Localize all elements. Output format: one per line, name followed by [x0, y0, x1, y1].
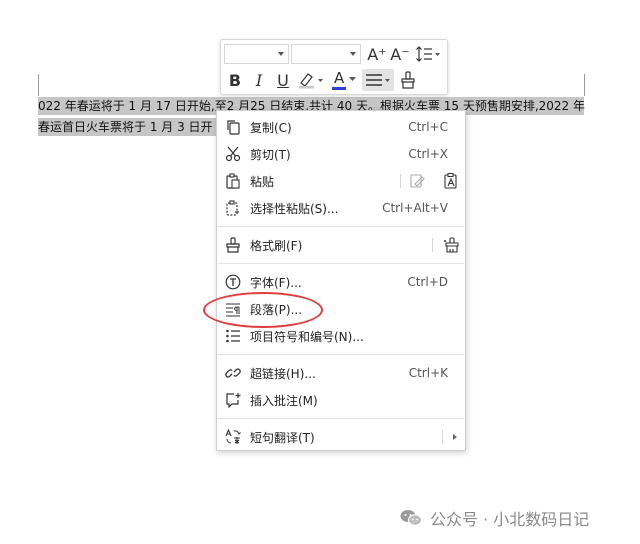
menu-item-cut[interactable]: 剪切(T) Ctrl+X: [217, 142, 465, 166]
line-spacing-icon: [416, 46, 440, 62]
bold-icon: B: [228, 70, 242, 90]
menu-divider: [432, 238, 433, 252]
menu-item-hyperlink[interactable]: 超链接(H)... Ctrl+K: [217, 361, 465, 385]
menu-separator: [218, 418, 464, 419]
chevron-down-icon: [350, 52, 356, 56]
menu-item-label: 粘贴: [250, 174, 275, 189]
menu-item-font[interactable]: 字体(F)... Ctrl+D: [217, 270, 465, 294]
wechat-icon: [400, 510, 422, 526]
font-size-select[interactable]: [291, 44, 361, 64]
link-icon: [225, 365, 241, 381]
menu-separator: [218, 354, 464, 355]
font-color-icon: A: [334, 69, 345, 87]
format-painter-lock-icon[interactable]: [443, 237, 461, 256]
chevron-down-icon: [349, 77, 356, 81]
font-icon: [225, 274, 241, 290]
line-spacing-button[interactable]: [413, 43, 443, 65]
context-menu: 复制(C) Ctrl+C 剪切(T) Ctrl+X 粘贴 选择性粘贴(S)...…: [216, 110, 466, 451]
margin-mark-top-left-h: [38, 74, 39, 96]
mini-toolbar: A⁺ A⁻ B I U A: [220, 39, 448, 95]
chevron-right-icon: [453, 434, 457, 440]
italic-button[interactable]: I: [248, 69, 270, 91]
menu-item-label: 复制(C): [250, 120, 292, 135]
highlighter-button[interactable]: [296, 69, 326, 91]
menu-divider: [442, 430, 443, 444]
paste-keep-format-icon[interactable]: [409, 173, 425, 192]
menu-item-label: 选择性粘贴(S)...: [250, 201, 339, 216]
menu-item-label: 项目符号和编号(N)...: [250, 329, 364, 344]
translate-icon: [225, 429, 241, 445]
menu-item-shortcut: Ctrl+D: [407, 275, 448, 289]
watermark: 公众号 · 小北数码日记: [400, 506, 589, 530]
margin-mark-top-right-h: [584, 74, 585, 96]
scissors-icon: [225, 146, 241, 162]
align-button[interactable]: [362, 69, 394, 91]
menu-item-paste-special[interactable]: 选择性粘贴(S)... Ctrl+Alt+V: [217, 196, 465, 220]
format-painter-icon: [401, 71, 415, 89]
underline-button[interactable]: U: [272, 69, 294, 91]
bullet-list-icon: [225, 328, 241, 344]
bold-button[interactable]: B: [224, 69, 246, 91]
paste-special-icon: [225, 200, 241, 216]
menu-item-label: 插入批注(M): [250, 393, 318, 408]
menu-separator: [218, 226, 464, 227]
grow-font-icon: A⁺: [367, 44, 387, 64]
menu-item-shortcut: Ctrl+Alt+V: [382, 201, 448, 215]
italic-icon: I: [255, 70, 263, 90]
grow-font-button[interactable]: A⁺: [366, 43, 388, 65]
comment-icon: [225, 392, 241, 408]
underline-icon: U: [277, 70, 289, 90]
menu-item-label: 超链接(H)...: [250, 366, 316, 381]
menu-item-label: 短句翻译(T): [250, 430, 315, 445]
font-name-select[interactable]: [224, 44, 289, 64]
menu-item-label: 剪切(T): [250, 147, 291, 162]
menu-item-format-painter[interactable]: 格式刷(F): [217, 233, 465, 257]
menu-item-paste[interactable]: 粘贴: [217, 169, 465, 193]
paste-icon: [225, 173, 241, 189]
highlighter-icon: [299, 73, 323, 89]
format-painter-button[interactable]: [397, 69, 419, 91]
menu-item-translate[interactable]: 短句翻译(T): [217, 425, 465, 449]
font-color-button[interactable]: A: [329, 69, 359, 91]
menu-separator: [218, 263, 464, 264]
annotation-highlight-circle: [203, 292, 323, 328]
menu-item-copy[interactable]: 复制(C) Ctrl+C: [217, 115, 465, 139]
menu-item-shortcut: Ctrl+C: [408, 120, 448, 134]
menu-item-insert-comment[interactable]: 插入批注(M): [217, 388, 465, 412]
menu-divider: [400, 174, 401, 188]
menu-item-label: 格式刷(F): [250, 238, 303, 253]
chevron-down-icon: [278, 52, 284, 56]
font-color-bar: [332, 87, 346, 90]
menu-item-shortcut: Ctrl+X: [408, 147, 448, 161]
menu-item-shortcut: Ctrl+K: [408, 366, 448, 380]
document-text-line-2[interactable]: 春运首日火车票将于 1 月 3 日开: [38, 118, 228, 136]
paste-text-only-icon[interactable]: [443, 173, 459, 192]
menu-item-label: 字体(F)...: [250, 275, 302, 290]
watermark-text: 公众号 · 小北数码日记: [430, 510, 590, 529]
shrink-font-button[interactable]: A⁻: [389, 43, 411, 65]
copy-icon: [225, 119, 241, 135]
shrink-font-icon: A⁻: [390, 44, 410, 64]
format-painter-icon: [225, 237, 241, 253]
align-justify-icon: [366, 74, 390, 86]
